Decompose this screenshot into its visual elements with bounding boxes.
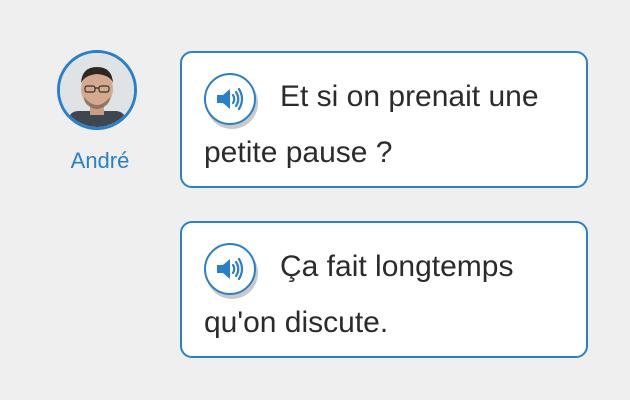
speaker-icon	[217, 257, 244, 281]
message-text-line: Et si on prenait une	[280, 80, 539, 113]
message-text-line: Ça fait longtemps	[280, 250, 514, 283]
avatar	[57, 50, 137, 130]
message-bubble: Et si on prenait une petite pause ?	[180, 51, 588, 188]
play-audio-button[interactable]	[204, 243, 256, 295]
avatar-photo	[60, 53, 134, 127]
speaker-name: André	[70, 148, 130, 173]
message-bubble: Ça fait longtemps qu'on discute.	[180, 221, 588, 358]
message-text-line: petite pause ?	[204, 136, 393, 169]
play-audio-button[interactable]	[204, 73, 256, 125]
speaker-icon	[217, 87, 244, 111]
message-text-line: qu'on discute.	[204, 306, 389, 339]
